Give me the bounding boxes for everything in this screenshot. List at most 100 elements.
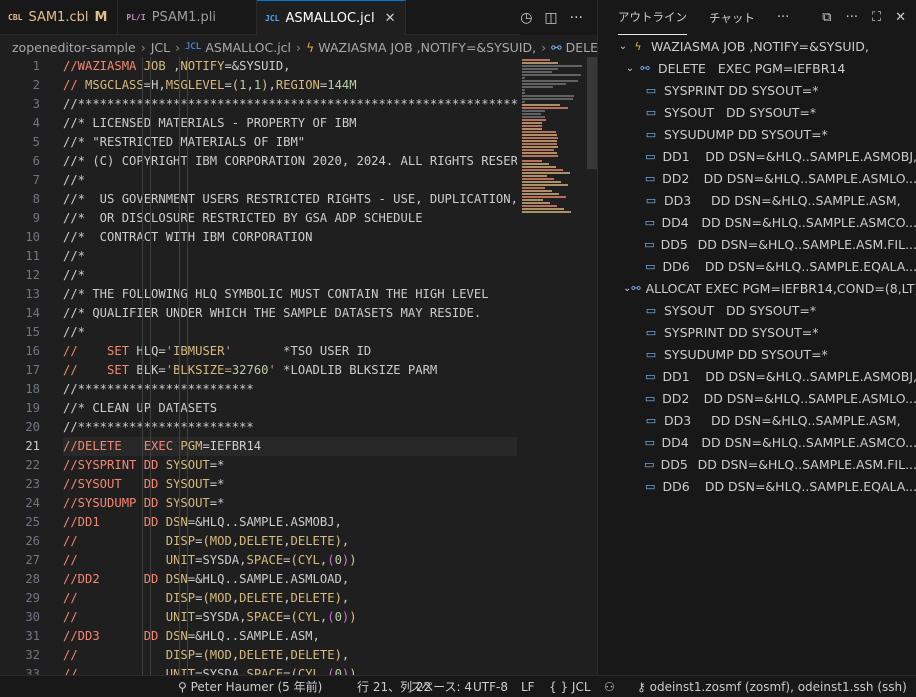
outline-item-dd[interactable]: ▭ DD1 DD DSN=&HLQ..SAMPLE.ASMOBJ,: [598, 365, 916, 387]
tab-asmalloc-jcl[interactable]: JCL ASMALLOC.jcl ✕: [257, 0, 407, 35]
outline-item-dd[interactable]: ▭ DD6 DD DSN=&HLQ..SAMPLE.EQALA...: [598, 475, 916, 497]
outline-item-dd[interactable]: ▭ DD6 DD DSN=&HLQ..SAMPLE.EQALA...: [598, 255, 916, 277]
outline-item-dd[interactable]: ▭ DD4 DD DSN=&HLQ..SAMPLE.ASMCO...: [598, 431, 916, 453]
code-line[interactable]: 17// SET BLK='BLKSIZE=32760' *LOADLIB BL…: [0, 361, 597, 380]
outline-item-dd[interactable]: ▭ SYSOUT DD SYSOUT=*: [598, 101, 916, 123]
code-line[interactable]: 2// MSGCLASS=H,MSGLEVEL=(1,1),REGION=144…: [0, 76, 597, 95]
code-token: ,: [341, 534, 350, 548]
code-line[interactable]: 24 //SYSUDUMP DD SYSOUT=*: [0, 494, 597, 513]
breadcrumb-file[interactable]: ASMALLOC.jcl: [205, 40, 291, 55]
code-line[interactable]: 7 //*: [0, 171, 597, 190]
tab-outline[interactable]: アウトライン: [618, 0, 687, 35]
chevron-down-icon[interactable]: ⌄: [623, 283, 631, 294]
code-line[interactable]: 20 //************************: [0, 418, 597, 437]
breadcrumb-job[interactable]: WAZIASMA JOB ,NOTIFY=&SYSUID,: [318, 40, 536, 55]
code-line[interactable]: 8 //* US GOVERNMENT USERS RESTRICTED RIGH…: [0, 190, 597, 209]
code-token: //: [63, 363, 78, 377]
minimap-line: [522, 119, 547, 121]
code-line[interactable]: 6 //* (C) COPYRIGHT IBM CORPORATION 2020,…: [0, 152, 597, 171]
chevron-down-icon[interactable]: ⌄: [623, 63, 637, 74]
outline-item-dd[interactable]: ▭ DD5 DD DSN=&HLQ..SAMPLE.ASM.FIL...: [598, 453, 916, 475]
minimap-line: [522, 83, 567, 85]
outline-item-dd[interactable]: ▭ SYSUDUMP DD SYSOUT=*: [598, 343, 916, 365]
code-line[interactable]: 31 //DD3 DD DSN=&HLQ..SAMPLE.ASM,: [0, 627, 597, 646]
more-icon[interactable]: ···: [777, 10, 789, 25]
split-editor-icon[interactable]: ◫: [544, 10, 557, 26]
new-window-icon[interactable]: ⧉: [822, 10, 831, 25]
timeline-icon[interactable]: ◷: [520, 10, 532, 26]
code-line[interactable]: 21 //DELETE EXEC PGM=IEFBR14: [0, 437, 597, 456]
code-line[interactable]: 12 //*: [0, 266, 597, 285]
code-line[interactable]: 9 //* OR DISCLOSURE RESTRICTED BY GSA ADP…: [0, 209, 597, 228]
language-status[interactable]: { } JCL: [549, 676, 591, 697]
code-line[interactable]: 1 //WAZIASMA JOB ,NOTIFY=&SYSUID,: [0, 57, 597, 76]
outline-item-dd[interactable]: ▭ DD3 DD DSN=&HLQ..SAMPLE.ASM,: [598, 409, 916, 431]
tab-psam1-pli[interactable]: PL/I PSAM1.pli: [118, 0, 258, 35]
code-line[interactable]: 23 //SYSOUT DD SYSOUT=*: [0, 475, 597, 494]
breadcrumb-step[interactable]: DELETE: [566, 40, 597, 55]
code-token: DELETE: [239, 648, 284, 662]
outline-label: DD DSN=&HLQ..SAMPLE.ASMOBJ,: [705, 368, 916, 384]
code-area[interactable]: 1 //WAZIASMA JOB ,NOTIFY=&SYSUID, 2 // MSGC…: [0, 57, 597, 675]
outline-item-dd[interactable]: ▭ DD3 DD DSN=&HLQ..SAMPLE.ASM,: [598, 189, 916, 211]
outline-item-dd[interactable]: ▭ DD1 DD DSN=&HLQ..SAMPLE.ASMOBJ,: [598, 145, 916, 167]
indentation-status[interactable]: スペース: 4: [410, 676, 472, 697]
encoding-status[interactable]: UTF-8: [473, 676, 508, 697]
code-line[interactable]: 32 // DISP=(MOD,DELETE,DELETE),: [0, 646, 597, 665]
close-tab-icon[interactable]: ✕: [385, 11, 396, 26]
dd-statement-icon: ▭: [644, 171, 656, 185]
scrollbar-thumb[interactable]: [587, 57, 597, 169]
code-token: ): [349, 667, 357, 675]
code-line[interactable]: 29 // DISP=(MOD,DELETE,DELETE),: [0, 589, 597, 608]
outline-item-dd[interactable]: ▭ DD2 DD DSN=&HLQ..SAMPLE.ASMLO...: [598, 167, 916, 189]
git-blame-status[interactable]: ⚲ Peter Haumer (5 年前): [178, 676, 322, 697]
code-line[interactable]: 13 //* THE FOLLOWING HLQ SYMBOLIC MUST CO…: [0, 285, 597, 304]
code-line[interactable]: 28 //DD2 DD DSN=&HLQ..SAMPLE.ASMLOAD,: [0, 570, 597, 589]
code-line[interactable]: 10 //* CONTRACT WITH IBM CORPORATION: [0, 228, 597, 247]
outline-item-dd[interactable]: ▭ DD4 DD DSN=&HLQ..SAMPLE.ASMCO...: [598, 211, 916, 233]
outline-item-dd[interactable]: ▭ SYSPRINT DD SYSOUT=*: [598, 79, 916, 101]
code-line[interactable]: 18 //************************: [0, 380, 597, 399]
code-line[interactable]: 4 //* LICENSED MATERIALS - PROPERTY OF IB…: [0, 114, 597, 133]
code-line[interactable]: 3 //*************************************…: [0, 95, 597, 114]
breadcrumb-subfolder[interactable]: JCL: [151, 40, 170, 55]
outline-item-dd[interactable]: ▭ DD2 DD DSN=&HLQ..SAMPLE.ASMLO...: [598, 387, 916, 409]
code-line[interactable]: 22 //SYSPRINT DD SYSOUT=*: [0, 456, 597, 475]
outline-item-job[interactable]: ⌄ ϟ WAZIASMA JOB ,NOTIFY=&SYSUID,: [598, 35, 916, 57]
code-token: =: [283, 553, 291, 567]
breadcrumb-folder[interactable]: zopeneditor-sample: [12, 40, 136, 55]
connection-status[interactable]: ⚷ odeinst1.zosmf (zosmf), odeinst1.ssh (…: [637, 676, 907, 697]
tab-chat[interactable]: チャット: [709, 1, 755, 35]
code-line[interactable]: 14 //* QUALIFIER UNDER WHICH THE SAMPLE D…: [0, 304, 597, 323]
chevron-down-icon[interactable]: ⌄: [616, 41, 630, 52]
outline-item-step[interactable]: ⌄ ⚯ DELETE EXEC PGM=IEFBR14: [598, 57, 916, 79]
code-line[interactable]: 27// UNIT=SYSDA,SPACE=(CYL,(0)): [0, 551, 597, 570]
outline-item-dd[interactable]: ▭ SYSOUT DD SYSOUT=*: [598, 299, 916, 321]
code-line[interactable]: 25 //DD1 DD DSN=&HLQ..SAMPLE.ASMOBJ,: [0, 513, 597, 532]
code-line[interactable]: 26 // DISP=(MOD,DELETE,DELETE),: [0, 532, 597, 551]
code-line[interactable]: 16// SET HLQ='IBMUSER' *TSO USER ID: [0, 342, 597, 361]
outline-item-step[interactable]: ⌄ ⚯ ALLOCAT EXEC PGM=IEFBR14,COND=(8,LT): [598, 277, 916, 299]
dd-statement-icon: ▭: [645, 303, 657, 317]
outline-item-dd[interactable]: ▭ SYSUDUMP DD SYSOUT=*: [598, 123, 916, 145]
tab-sam1-cbl[interactable]: CBL SAM1.cbl M: [0, 0, 119, 35]
code-token: DD: [143, 629, 159, 643]
vertical-scrollbar[interactable]: [587, 57, 597, 675]
copilot-icon[interactable]: ⚇: [604, 676, 615, 697]
eol-status[interactable]: LF: [521, 676, 535, 697]
outline-item-dd[interactable]: ▭ SYSPRINT DD SYSOUT=*: [598, 321, 916, 343]
maximize-icon[interactable]: ⛶: [872, 10, 881, 25]
code-line[interactable]: 15 //*: [0, 323, 597, 342]
code-line[interactable]: 11 //*: [0, 247, 597, 266]
more-actions-icon[interactable]: ···: [570, 10, 583, 26]
minimap[interactable]: [520, 57, 588, 217]
code-line[interactable]: 19 //* CLEAN UP DATASETS: [0, 399, 597, 418]
code-line[interactable]: 33// UNIT=SYSDA,SPACE=(CYL,(0)): [0, 665, 597, 675]
panel-more-icon[interactable]: ···: [846, 10, 858, 25]
outline-item-dd[interactable]: ▭ DD5 DD DSN=&HLQ..SAMPLE.ASM.FIL...: [598, 233, 916, 255]
close-panel-icon[interactable]: ✕: [895, 10, 906, 25]
code-line[interactable]: 30// UNIT=SYSDA,SPACE=(CYL,(0)): [0, 608, 597, 627]
line-number: 31: [25, 629, 40, 643]
code-line[interactable]: 5 //* "RESTRICTED MATERIALS OF IBM": [0, 133, 597, 152]
